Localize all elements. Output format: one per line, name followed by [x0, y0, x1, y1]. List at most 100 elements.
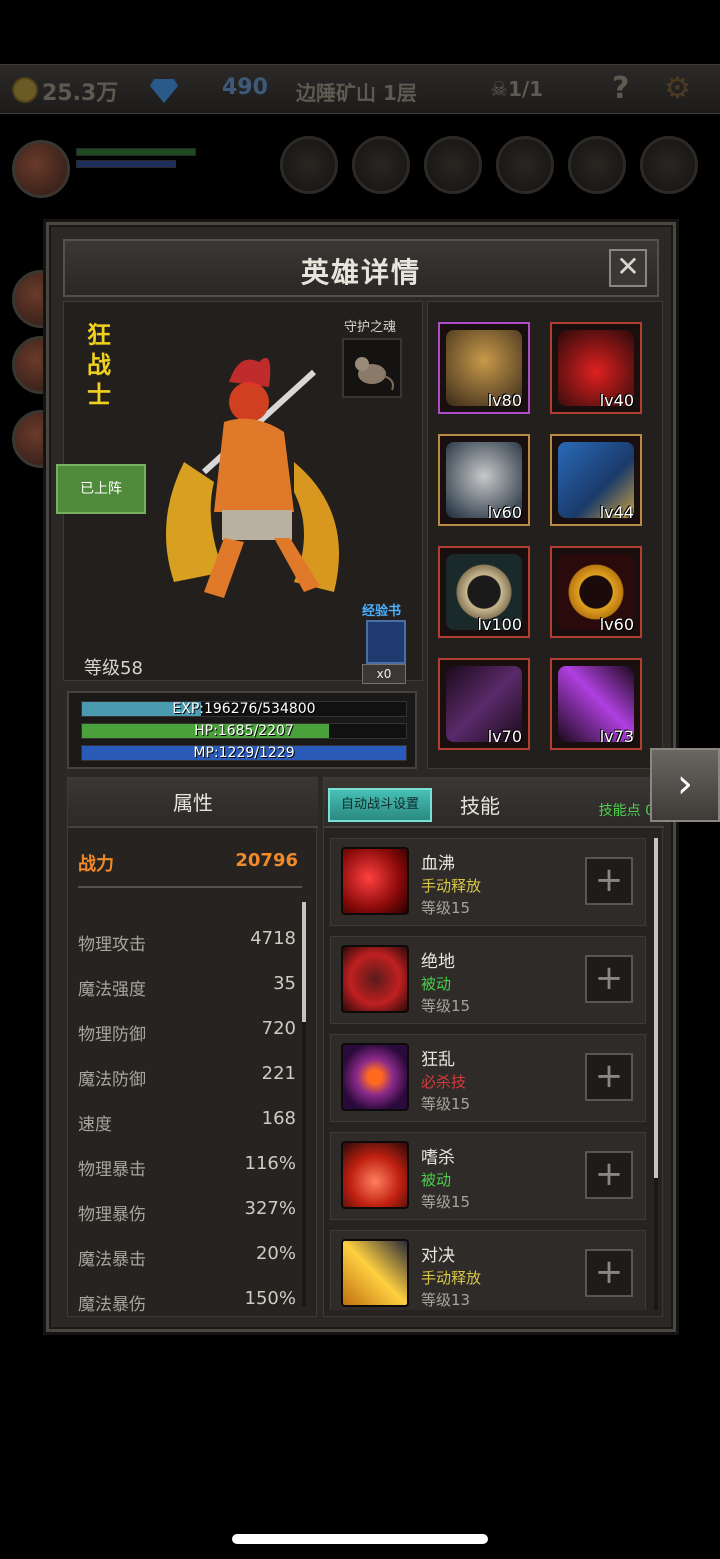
skill-level: 等级13: [421, 1291, 471, 1309]
attributes-scrollbar-thumb[interactable]: [302, 902, 306, 1022]
party-mp-bar-1: [76, 160, 176, 168]
skill-item[interactable]: 嗜杀 被动 等级15 +: [330, 1132, 646, 1220]
mp-bar-text: MP:1229/1229: [193, 745, 295, 761]
attribute-label: 物理防御: [78, 1025, 146, 1045]
exp-bar: EXP:196276/534800: [81, 701, 407, 717]
bg-item-slot: [424, 136, 482, 194]
equip-level: lv100: [477, 615, 522, 634]
dialog-header: 英雄详情 ✕: [63, 239, 659, 297]
skill-list[interactable]: 血沸 手动释放 等级15 + 绝地 被动 等级15 + 狂乱 必杀技 等级15 …: [330, 838, 650, 1310]
guardian-soul-label: 守护之魂: [344, 320, 397, 335]
hero-details-dialog: 英雄详情 ✕ 狂 战 士 守护之魂 已上阵 经验书 x0 等级58 EXP:19…: [46, 222, 676, 1332]
equip-dagger-slot[interactable]: lv73: [550, 658, 642, 750]
skills-header: 自动战斗设置 技能 技能点 0: [324, 778, 664, 828]
dialog-title: 英雄详情: [300, 256, 421, 289]
close-button[interactable]: ✕: [609, 249, 647, 287]
hero-name-char: 狂: [87, 321, 111, 349]
skill-upgrade-button[interactable]: +: [585, 1151, 633, 1199]
mp-bar: MP:1229/1229: [81, 745, 407, 761]
frenzy-eye-icon: [341, 1043, 409, 1111]
skills-tab[interactable]: 技能: [460, 790, 500, 819]
equip-level: lv40: [599, 391, 634, 410]
exp-book-icon[interactable]: [366, 620, 406, 664]
skill-item[interactable]: 对决 手动释放 等级13 +: [330, 1230, 646, 1310]
attribute-label: 速度: [78, 1115, 112, 1135]
next-hero-button[interactable]: ›: [650, 748, 720, 822]
attributes-panel: 属性 战力 20796 物理攻击 4718 魔法强度 35 物理防御 720 魔法防御 221…: [67, 777, 318, 1317]
skill-item[interactable]: 绝地 被动 等级15 +: [330, 936, 646, 1024]
attribute-value: 720: [261, 1018, 296, 1039]
skill-type: 手动释放: [421, 877, 482, 895]
hp-bar-text: HP:1685/2207: [194, 723, 294, 739]
equip-armor-slot[interactable]: lv60: [438, 434, 530, 526]
stat-bars: EXP:196276/534800 HP:1685/2207 MP:1229/1…: [67, 691, 417, 769]
party-hp-bar-1: [76, 148, 196, 156]
auto-battle-settings-button[interactable]: 自动战斗设置: [328, 788, 432, 822]
equip-weapon-slot[interactable]: lv70: [438, 658, 530, 750]
hero-class-name: 狂 战 士: [84, 320, 114, 410]
hero-name-char: 战: [87, 351, 111, 379]
skill-level: 等级15: [421, 1095, 471, 1113]
hero-name-char: 士: [87, 381, 111, 409]
top-resource-bar: 25.3万 490 边陲矿山 1层 ☠1/1 ? ⚙: [0, 64, 720, 114]
bg-item-slot: [352, 136, 410, 194]
skill-type: 被动: [421, 1171, 452, 1189]
skill-name: 嗜杀: [421, 1148, 455, 1168]
skill-name: 狂乱: [421, 1050, 455, 1070]
skill-type: 必杀技: [421, 1073, 467, 1091]
skill-level: 等级15: [421, 1193, 471, 1211]
equip-ring-slot[interactable]: lv100: [438, 546, 530, 638]
attribute-row: 魔法强度 35: [78, 973, 296, 1000]
skill-upgrade-button[interactable]: +: [585, 1249, 633, 1297]
attribute-label: 物理暴击: [78, 1160, 146, 1180]
skill-item[interactable]: 血沸 手动释放 等级15 +: [330, 838, 646, 926]
help-button[interactable]: ?: [612, 71, 629, 106]
bg-item-slot: [280, 136, 338, 194]
deployed-badge: 已上阵: [56, 464, 146, 514]
equip-level: lv44: [599, 503, 634, 522]
equip-boots-slot[interactable]: lv44: [550, 434, 642, 526]
attribute-row: 物理暴伤 327%: [78, 1198, 296, 1225]
skill-type: 手动释放: [421, 1269, 482, 1287]
combat-power: 战力 20796: [78, 850, 298, 876]
equipment-panel: lv80 lv40 lv60 lv44 lv100 lv60 lv70 lv73: [427, 301, 663, 769]
attribute-label: 物理暴伤: [78, 1205, 146, 1225]
attribute-value: 4718: [250, 928, 296, 949]
skills-panel: 自动战斗设置 技能 技能点 0 血沸 手动释放 等级15 + 绝地 被动 等级1…: [323, 777, 664, 1317]
skill-upgrade-button[interactable]: +: [585, 1053, 633, 1101]
equip-necklace-slot[interactable]: lv40: [550, 322, 642, 414]
attribute-row: 物理防御 720: [78, 1018, 296, 1045]
map-name: 边陲矿山 1层: [296, 81, 417, 105]
skill-item[interactable]: 狂乱 必杀技 等级15 +: [330, 1034, 646, 1122]
party-avatar-1[interactable]: [12, 140, 70, 198]
diamond-icon: [150, 79, 178, 103]
hero-level: 等级58: [84, 658, 143, 679]
bloodlust-icon: [341, 1141, 409, 1209]
hero-portrait-panel: 狂 战 士 守护之魂 已上阵 经验书 x0 等级58: [56, 301, 423, 684]
last-stand-icon: [341, 945, 409, 1013]
equip-level: lv73: [599, 727, 634, 746]
bg-item-slot: [568, 136, 626, 194]
attributes-tab[interactable]: 属性: [68, 778, 318, 828]
settings-gear-icon[interactable]: ⚙: [664, 71, 691, 106]
hp-bar: HP:1685/2207: [81, 723, 407, 739]
kill-count-text: 1/1: [507, 77, 544, 101]
power-label: 战力: [78, 854, 114, 875]
attribute-value: 150%: [244, 1288, 296, 1309]
home-indicator[interactable]: [232, 1534, 488, 1544]
attribute-value: 35: [273, 973, 296, 994]
skill-name: 对决: [421, 1246, 455, 1266]
equip-ring2-slot[interactable]: lv60: [550, 546, 642, 638]
equip-helmet-slot[interactable]: lv80: [438, 322, 530, 414]
attribute-value: 327%: [244, 1198, 296, 1219]
attribute-label: 物理攻击: [78, 935, 146, 955]
gem-amount: 490: [222, 75, 268, 100]
skill-type: 被动: [421, 975, 452, 993]
skills-scrollbar-thumb[interactable]: [654, 838, 658, 1178]
power-value: 20796: [235, 850, 298, 871]
exp-book-label: 经验书: [362, 604, 402, 619]
equip-level: lv60: [487, 503, 522, 522]
skill-upgrade-button[interactable]: +: [585, 955, 633, 1003]
attribute-row: 物理攻击 4718: [78, 928, 296, 955]
skill-upgrade-button[interactable]: +: [585, 857, 633, 905]
